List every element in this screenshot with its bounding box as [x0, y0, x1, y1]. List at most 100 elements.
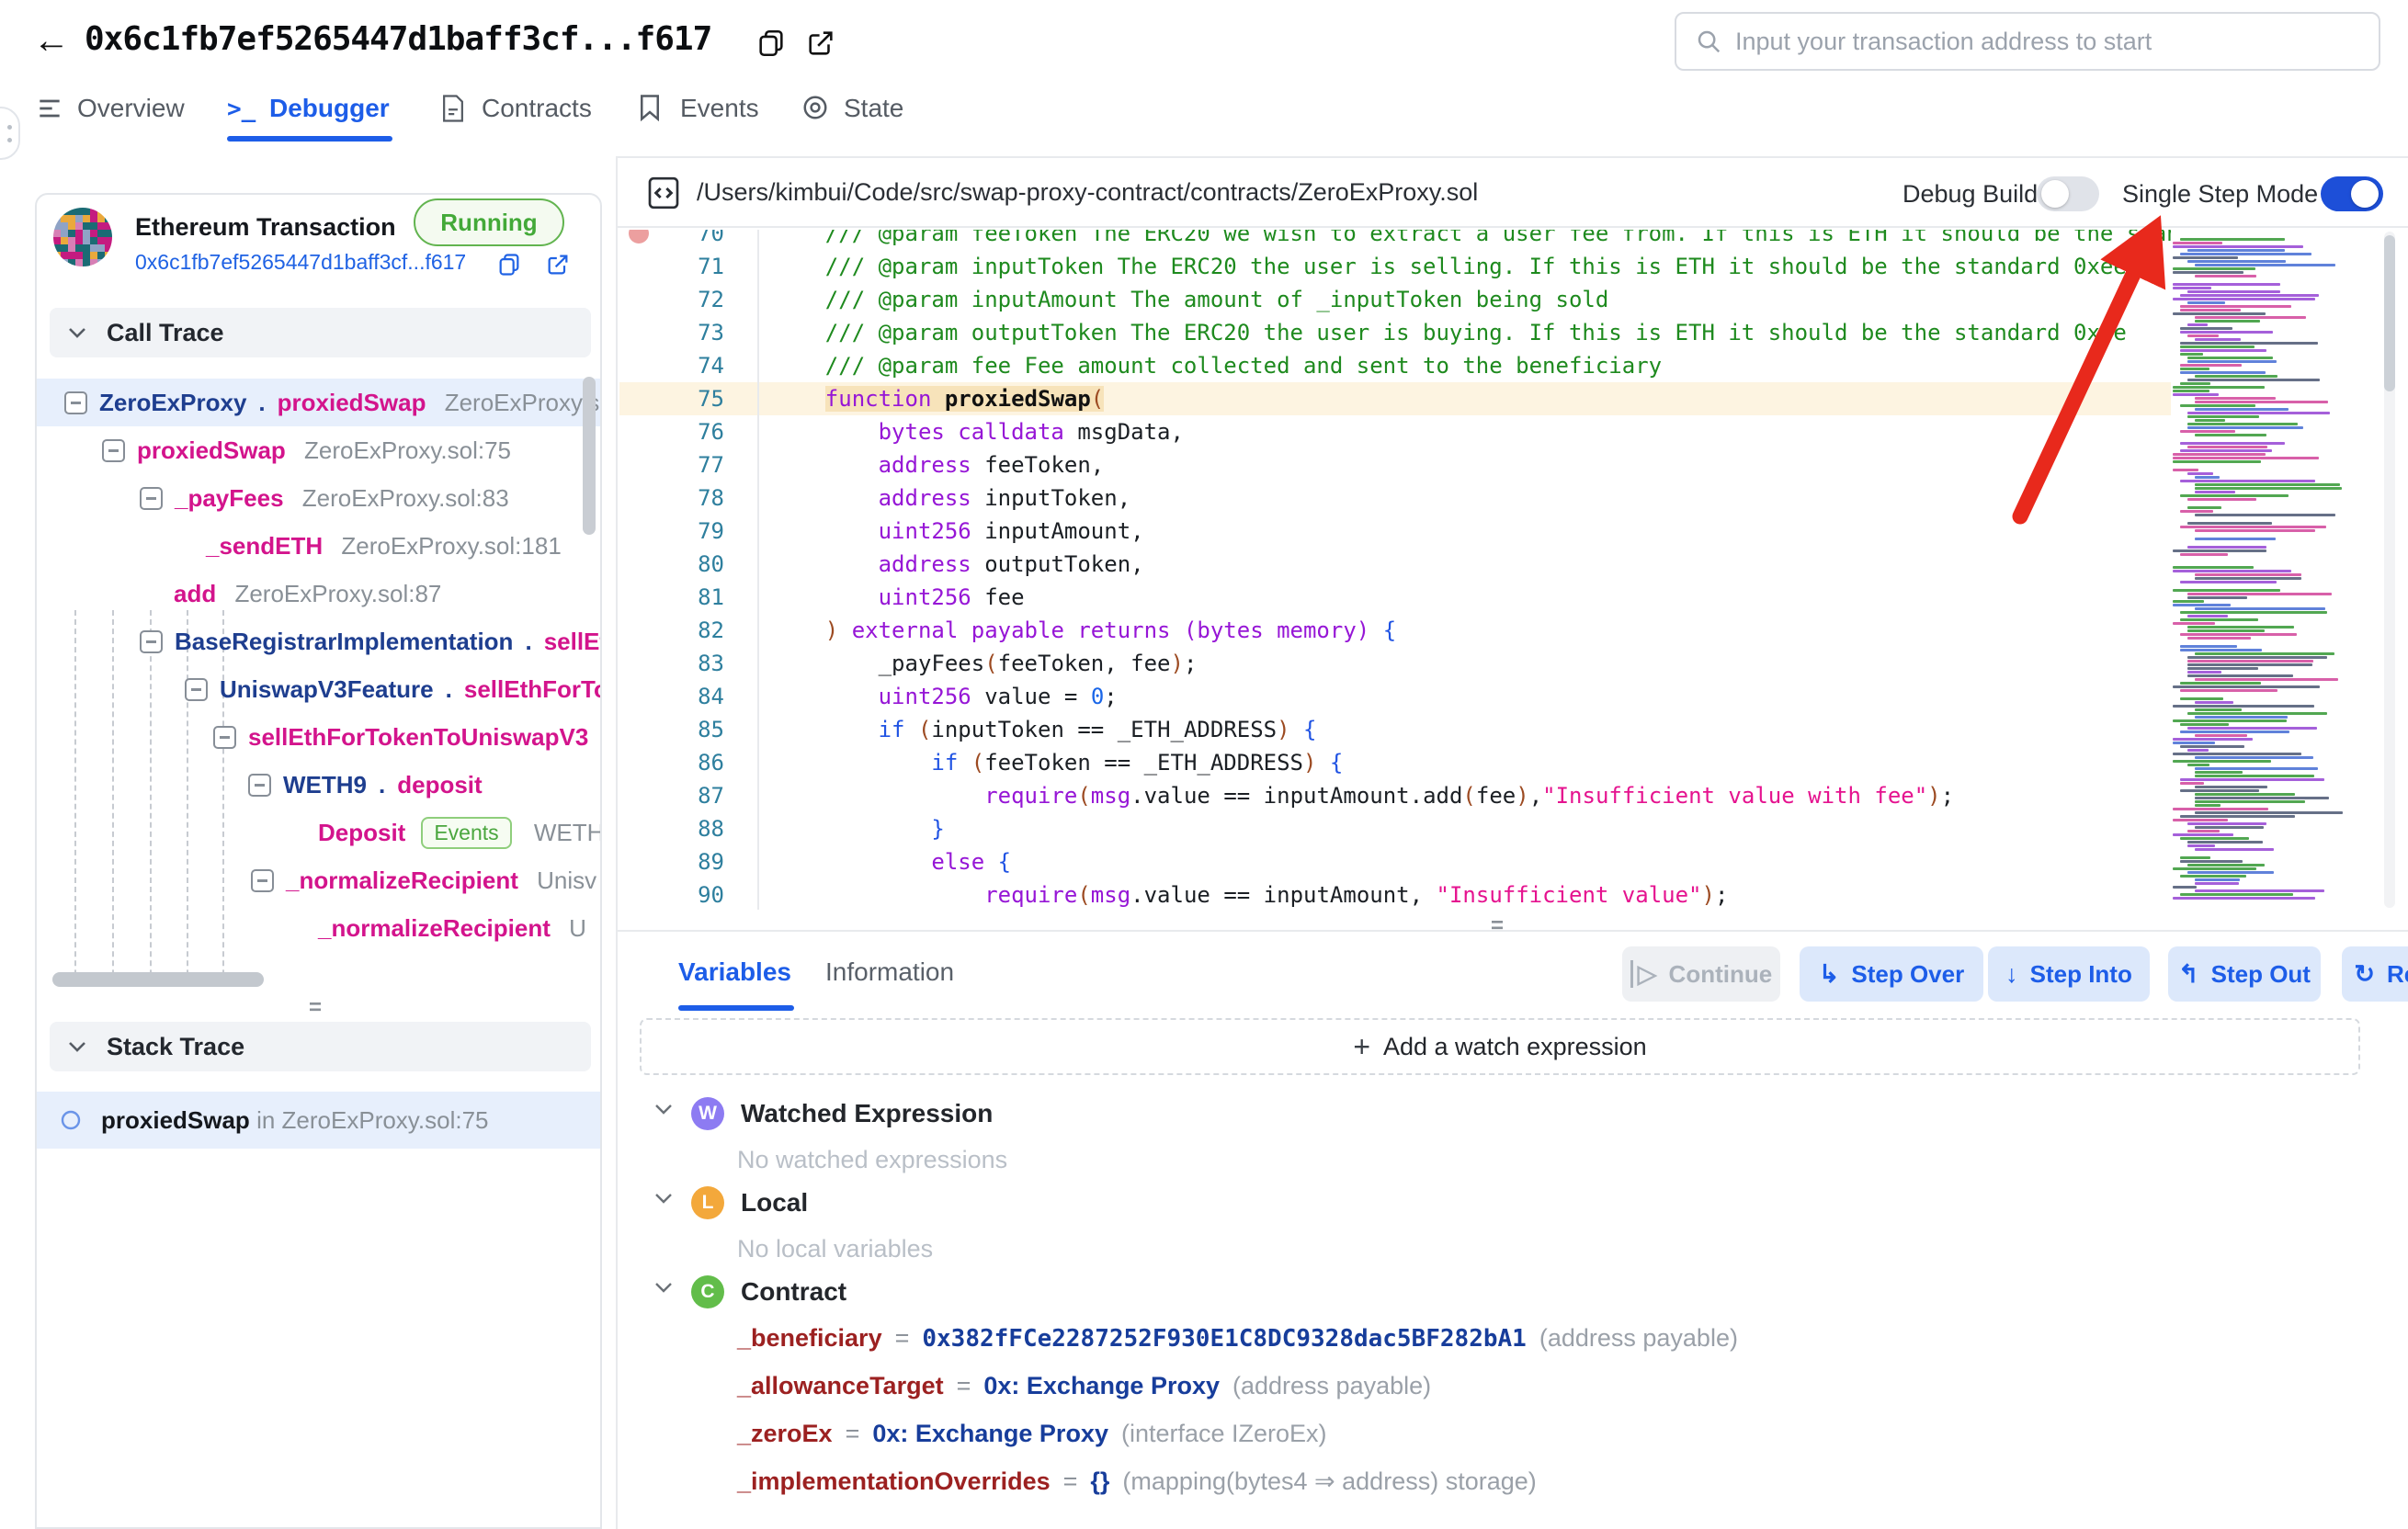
trace-contract: ZeroExProxy: [99, 389, 246, 417]
code-line: 83 _payFees(feeToken, fee);: [619, 647, 2171, 680]
tab-information[interactable]: Information: [825, 957, 954, 987]
debug-bottom-panel: Variables Information ▷Continue ↳Step Ove…: [618, 930, 2408, 1529]
line-number[interactable]: 90: [619, 878, 724, 910]
add-watch-expression[interactable]: + Add a watch expression: [640, 1018, 2360, 1075]
variable-row[interactable]: _beneficiary=0x382fFCe2287252F930E1C8DC9…: [737, 1324, 1738, 1353]
single-step-mode-toggle[interactable]: [2321, 176, 2383, 211]
call-trace-row[interactable]: _sendETH ZeroExProxy.sol:181: [37, 522, 602, 570]
line-number[interactable]: 81: [619, 581, 724, 614]
trace-contract: WETH9: [283, 771, 367, 799]
collapse-box-icon[interactable]: [102, 439, 125, 462]
transaction-hash-link[interactable]: 0x6c1fb7ef5265447d1baff3cf...f617: [135, 250, 466, 275]
trace-fn: sellEthForTok: [464, 675, 602, 704]
collapse-box-icon[interactable]: [140, 487, 163, 510]
collapse-box-icon[interactable]: [248, 774, 271, 797]
line-number[interactable]: 85: [619, 713, 724, 746]
continue-icon: ▷: [1630, 960, 1657, 989]
horizontal-scrollbar[interactable]: [52, 972, 264, 987]
file-path: /Users/kimbui/Code/src/swap-proxy-contra…: [697, 178, 1478, 207]
collapse-box-icon[interactable]: [64, 391, 87, 414]
variable-row[interactable]: _implementationOverrides={}(mapping(byte…: [737, 1467, 1537, 1496]
code-text: function proxiedSwap(: [772, 382, 2171, 415]
line-number[interactable]: 78: [619, 481, 724, 515]
continue-button[interactable]: ▷Continue: [1622, 946, 1780, 1002]
chevron-down-icon: [68, 1041, 86, 1052]
call-trace-row[interactable]: BaseRegistrarImplementation.sellEt: [37, 617, 602, 665]
code-line: 77 address feeToken,: [619, 448, 2171, 481]
line-number[interactable]: 88: [619, 812, 724, 845]
code-text: /// @param outputToken The ERC20 the use…: [772, 316, 2171, 349]
line-number[interactable]: 71: [619, 250, 724, 283]
call-trace-row[interactable]: DepositEvents WETH: [37, 809, 602, 856]
line-number[interactable]: 77: [619, 448, 724, 481]
line-number[interactable]: 86: [619, 746, 724, 779]
call-trace-title: Call Trace: [107, 319, 224, 347]
panel-collapse-handle[interactable]: [0, 107, 20, 160]
external-link-icon[interactable]: [805, 28, 836, 59]
line-number[interactable]: 79: [619, 515, 724, 548]
nav-tabs: Overview >_Debugger Contracts Events State: [0, 81, 2408, 145]
restart-button[interactable]: ↻Restart: [2342, 946, 2408, 1002]
code-line: 78 address inputToken,: [619, 481, 2171, 515]
line-number[interactable]: 87: [619, 779, 724, 812]
var-section-watched-expression[interactable]: WWatched Expression: [654, 1097, 993, 1130]
collapse-box-icon[interactable]: [213, 726, 236, 749]
call-trace-row[interactable]: _normalizeRecipient Unisv: [37, 856, 602, 904]
line-number[interactable]: 70: [619, 230, 724, 250]
editor-scrollbar-thumb[interactable]: [2384, 235, 2395, 391]
tab-contracts[interactable]: Contracts: [439, 94, 592, 123]
call-trace-row[interactable]: sellEthForTokenToUniswapV3: [37, 713, 602, 761]
debug-build-toggle[interactable]: [2037, 176, 2099, 211]
line-number[interactable]: 84: [619, 680, 724, 713]
variable-name: _implementationOverrides: [737, 1467, 1051, 1496]
code-editor[interactable]: 70 /// @param feeToken The ERC20 we wish…: [619, 230, 2171, 910]
line-number[interactable]: 72: [619, 283, 724, 316]
tab-events[interactable]: Events: [638, 94, 759, 123]
line-number[interactable]: 80: [619, 548, 724, 581]
stack-trace-header[interactable]: Stack Trace: [50, 1022, 591, 1071]
search-input[interactable]: [1735, 28, 2360, 56]
call-trace-tree: ZeroExProxy.proxiedSwap ZeroExProxy.sol:…: [37, 379, 602, 974]
line-number[interactable]: 74: [619, 349, 724, 382]
code-text: address outputToken,: [772, 548, 2171, 581]
step-into-button[interactable]: ↓Step Into: [1988, 946, 2150, 1002]
call-trace-row[interactable]: add ZeroExProxy.sol:87: [37, 570, 602, 617]
call-trace-header[interactable]: Call Trace: [50, 308, 591, 357]
call-trace-row[interactable]: WETH9.deposit: [37, 761, 602, 809]
events-badge: Events: [421, 817, 511, 849]
line-number[interactable]: 76: [619, 415, 724, 448]
call-trace-row[interactable]: UniswapV3Feature.sellEthForTok: [37, 665, 602, 713]
variable-row[interactable]: _allowanceTarget=0x: Exchange Proxy(addr…: [737, 1372, 1431, 1400]
code-minimap[interactable]: [2169, 232, 2353, 904]
back-icon[interactable]: ←: [33, 20, 70, 62]
call-trace-row[interactable]: ZeroExProxy.proxiedSwap ZeroExProxy.sol:: [37, 379, 602, 426]
collapse-box-icon[interactable]: [251, 869, 274, 892]
vertical-scrollbar[interactable]: [583, 377, 596, 535]
collapse-box-icon[interactable]: [185, 678, 208, 701]
line-number[interactable]: 73: [619, 316, 724, 349]
step-over-icon: ↳: [1819, 960, 1840, 989]
line-number[interactable]: 83: [619, 647, 724, 680]
copy-icon[interactable]: [755, 28, 787, 59]
call-trace-row[interactable]: proxiedSwap ZeroExProxy.sol:75: [37, 426, 602, 474]
tab-debugger[interactable]: >_Debugger: [227, 94, 390, 123]
line-number[interactable]: 82: [619, 614, 724, 647]
open-hash-external-icon[interactable]: [545, 252, 571, 277]
line-number[interactable]: 75: [619, 382, 724, 415]
var-section-local[interactable]: LLocal: [654, 1186, 808, 1219]
tab-state[interactable]: State: [801, 94, 903, 123]
collapse-box-icon[interactable]: [140, 630, 163, 653]
variable-row[interactable]: _zeroEx=0x: Exchange Proxy(interface IZe…: [737, 1420, 1327, 1448]
call-trace-row[interactable]: _payFees ZeroExProxy.sol:83: [37, 474, 602, 522]
tab-overview[interactable]: Overview: [35, 94, 185, 123]
step-out-button[interactable]: ↰Step Out: [2168, 946, 2321, 1002]
copy-hash-icon[interactable]: [496, 252, 522, 277]
tab-variables[interactable]: Variables: [678, 957, 791, 987]
line-number[interactable]: 89: [619, 845, 724, 878]
sidebar-splitter-handle[interactable]: =: [309, 1003, 322, 1013]
var-section-contract[interactable]: CContract: [654, 1275, 846, 1308]
section-label: Local: [741, 1188, 808, 1218]
call-trace-row[interactable]: _normalizeRecipient U: [37, 904, 602, 952]
step-over-button[interactable]: ↳Step Over: [1800, 946, 1983, 1002]
stack-frame-row[interactable]: proxiedSwap in ZeroExProxy.sol:75: [37, 1092, 602, 1149]
